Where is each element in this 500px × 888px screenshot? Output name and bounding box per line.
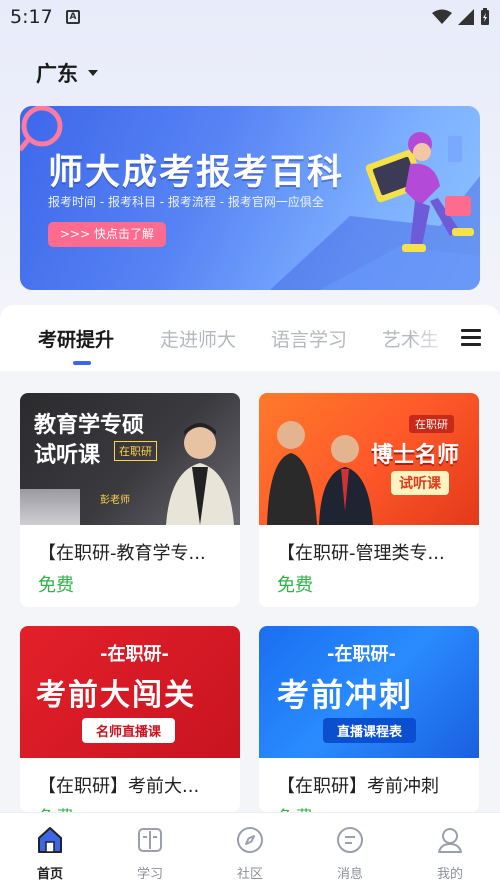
student-illustration xyxy=(365,132,474,252)
battery-icon xyxy=(481,8,489,25)
thumb-button: 直播课程表 xyxy=(323,718,417,743)
user-icon xyxy=(438,828,462,853)
course-card[interactable]: -在职研- 考前大闯关 名师直播课 【在职研】考前大... 免费 xyxy=(20,626,240,812)
nav-label: 学习 xyxy=(136,867,163,882)
banner-title: 师大成考报考百科 xyxy=(48,153,345,193)
thumb-line0: -在职研- xyxy=(327,644,396,665)
course-price: 免费 xyxy=(38,575,74,596)
region-label: 广东 xyxy=(36,62,78,86)
course-title: 【在职研】考前大... xyxy=(38,776,200,797)
nav-label: 社区 xyxy=(236,867,263,882)
course-thumbnail: -在职研- 考前大闯关 名师直播课 xyxy=(20,626,240,758)
tab-yuyan[interactable]: 语言学习 xyxy=(271,325,347,352)
course-card[interactable]: 教育学专硕 试听课 在职研 彭老师 【在职研-教育学专... 免费 xyxy=(20,393,240,607)
caret-down-icon xyxy=(88,70,98,76)
thumb-teacher: 彭老师 xyxy=(100,495,130,506)
nav-community[interactable]: 社区 xyxy=(220,825,280,882)
nav-profile[interactable]: 我的 xyxy=(420,825,480,882)
banner-cta-button[interactable]: >>> 快点击了解 xyxy=(48,222,166,247)
signal-icon xyxy=(458,9,474,25)
course-card[interactable]: 在职研 博士名师 试听课 【在职研-管理类专... 免费 xyxy=(259,393,479,607)
course-thumbnail: -在职研- 考前冲刺 直播课程表 xyxy=(259,626,479,758)
compass-icon xyxy=(237,827,263,853)
thumb-line2: 试听课 xyxy=(391,471,449,495)
tab-zoujin[interactable]: 走进师大 xyxy=(160,325,236,352)
thumb-line1: 博士名师 xyxy=(371,443,460,468)
course-title: 【在职研】考前冲刺 xyxy=(277,776,439,797)
tabs-fade xyxy=(410,319,456,359)
thumb-line2: 试听课 xyxy=(34,443,101,468)
thumb-button: 名师直播课 xyxy=(82,718,176,743)
thumb-line0: -在职研- xyxy=(100,644,169,665)
nav-messages[interactable]: 消息 xyxy=(320,825,380,882)
course-price: 免费 xyxy=(277,575,313,596)
course-card[interactable]: -在职研- 考前冲刺 直播课程表 【在职研】考前冲刺 免费 xyxy=(259,626,479,812)
promo-banner[interactable]: 师大成考报考百科 报考时间 - 报考科目 - 报考流程 - 报考官网一应俱全 >… xyxy=(20,106,480,290)
book-icon xyxy=(138,828,162,852)
menu-icon[interactable] xyxy=(461,329,481,347)
course-title: 【在职研-教育学专... xyxy=(38,543,206,564)
nav-label: 首页 xyxy=(36,867,63,882)
thumb-line1: 教育学专硕 xyxy=(34,413,145,438)
teacher-portrait xyxy=(166,423,234,525)
region-selector[interactable]: 广东 xyxy=(36,58,98,88)
tab-active-indicator xyxy=(73,361,91,365)
course-price: 免费 xyxy=(277,804,313,812)
tab-kaoyan[interactable]: 考研提升 xyxy=(38,325,114,352)
nav-study[interactable]: 学习 xyxy=(120,825,180,882)
course-thumbnail: 在职研 博士名师 试听课 xyxy=(259,393,479,525)
message-icon xyxy=(337,827,363,853)
status-bar: 5:17 A xyxy=(0,0,500,34)
thumb-line1: 考前冲刺 xyxy=(277,676,414,714)
banner-subtitle: 报考时间 - 报考科目 - 报考流程 - 报考官网一应俱全 xyxy=(48,195,324,209)
course-price: 免费 xyxy=(38,804,74,812)
course-title: 【在职研-管理类专... xyxy=(277,543,445,564)
category-tabs: 考研提升 走进师大 语言学习 艺术生 xyxy=(0,305,500,371)
wifi-icon xyxy=(432,9,452,24)
nav-home[interactable]: 首页 xyxy=(20,825,80,882)
home-icon xyxy=(38,827,62,853)
nav-label: 消息 xyxy=(336,867,363,882)
app-badge-icon: A xyxy=(66,10,80,24)
course-thumbnail: 教育学专硕 试听课 在职研 彭老师 xyxy=(20,393,240,525)
teachers-portrait xyxy=(267,421,373,525)
bottom-nav: 首页 学习 社区 消息 我的 xyxy=(0,812,500,888)
status-time: 5:17 xyxy=(10,6,53,28)
nav-label: 我的 xyxy=(436,867,463,882)
thumb-tag: 在职研 xyxy=(114,441,157,461)
thumb-line1: 考前大闯关 xyxy=(36,678,196,713)
thumb-tag: 在职研 xyxy=(409,415,454,433)
status-icons xyxy=(432,8,490,26)
